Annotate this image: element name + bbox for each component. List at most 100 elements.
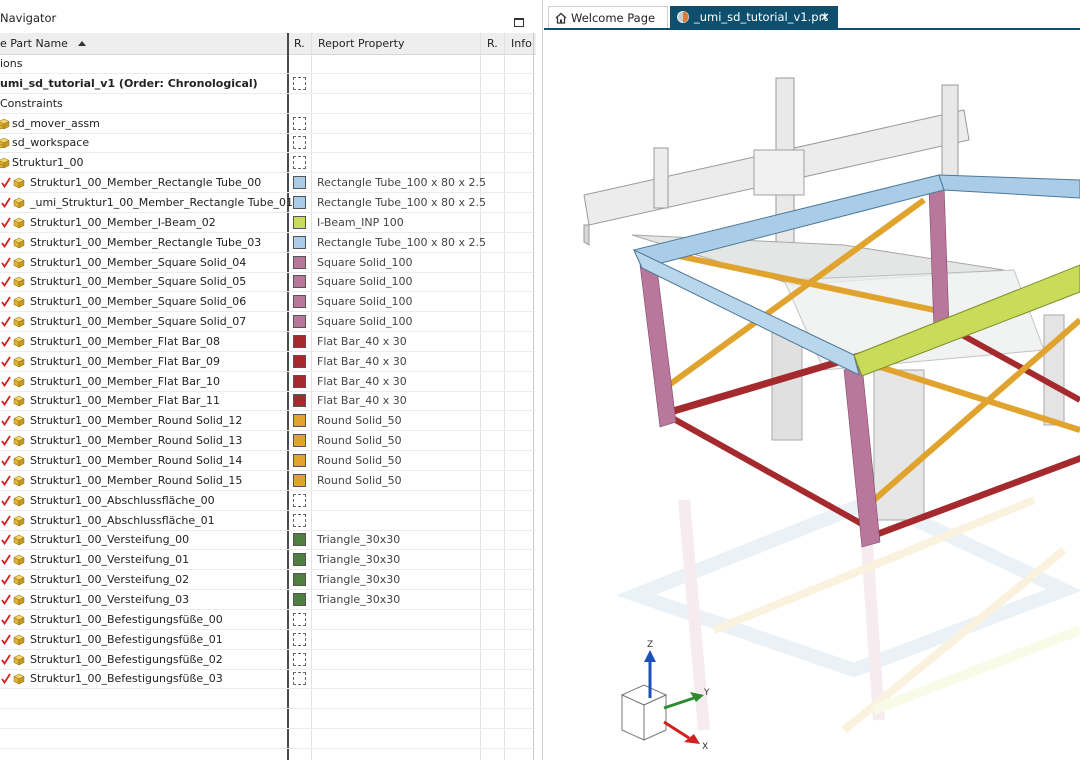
tree-row[interactable]: Struktur1_00_Versteifung_03 Triangle_30x3… [0, 590, 536, 610]
tree-row[interactable]: Struktur1_00_Befestigungsfüße_01 [0, 630, 536, 650]
tree-row[interactable]: Struktur1_00_Befestigungsfüße_00 [0, 610, 536, 630]
checkmark-icon[interactable] [1, 515, 11, 526]
tree-row[interactable]: Struktur1_00_Member_Square Solid_05 Squar… [0, 272, 536, 293]
column-header-report-property[interactable]: Report Property [318, 33, 478, 54]
tree-row[interactable]: Struktur1_00_Abschlussfläche_00 [0, 491, 536, 511]
checkmark-icon[interactable] [1, 376, 11, 387]
checkmark-icon[interactable] [1, 237, 11, 248]
tree-row[interactable]: Struktur1_00_Abschlussfläche_01 [0, 511, 536, 531]
tree-row[interactable]: Struktur1_00_Versteifung_00 Triangle_30x3… [0, 530, 536, 551]
tree-row[interactable]: Struktur1_00_Member_Round Solid_13 Round … [0, 431, 536, 452]
tree-row[interactable]: Struktur1_00_Befestigungsfüße_03 [0, 669, 536, 690]
tab-welcome-page[interactable]: Welcome Page [548, 6, 668, 28]
tree-row[interactable]: ions [0, 54, 536, 74]
tree-row-label: Struktur1_00_Member_Rectangle Tube_00 [30, 176, 262, 190]
tree-row-label: Struktur1_00_Member_Flat Bar_08 [30, 334, 220, 348]
tree-row[interactable]: Struktur1_00_Member_Square Solid_04 Squar… [0, 253, 536, 273]
tree-row[interactable]: sd_mover_assm [0, 114, 536, 134]
checkmark-icon[interactable] [1, 594, 11, 605]
tree-row[interactable]: Struktur1_00_Member_Flat Bar_11 Flat Bar_… [0, 391, 536, 412]
checkmark-icon[interactable] [1, 574, 11, 586]
tree-row[interactable]: umi_sd_tutorial_v1 (Order: Chronological… [0, 74, 536, 94]
color-swatch [293, 334, 306, 348]
checkmark-icon[interactable] [1, 475, 11, 486]
tree-row-label: Struktur1_00_Member_Square Solid_05 [30, 275, 247, 289]
checkmark-icon[interactable] [1, 177, 11, 189]
tree-row-label: Constraints [0, 96, 63, 110]
tree-row[interactable]: Struktur1_00_Member_Flat Bar_10 Flat Bar_… [0, 372, 536, 392]
checkmark-icon[interactable] [1, 217, 11, 228]
color-swatch [293, 176, 306, 190]
tree-row[interactable]: Struktur1_00_Member_Flat Bar_08 Flat Bar_… [0, 332, 536, 352]
checkmark-icon[interactable] [1, 395, 11, 407]
report-property-value: Square Solid_100 [317, 315, 413, 329]
color-swatch [293, 493, 306, 507]
tree-row-label: Struktur1_00_Member_I-Beam_02 [30, 215, 216, 229]
tree-row-label: Struktur1_00_Befestigungsfüße_02 [30, 652, 223, 666]
tree-row[interactable]: Struktur1_00 [0, 153, 536, 174]
checkmark-icon[interactable] [1, 356, 11, 367]
column-header-info[interactable]: Info [511, 33, 535, 54]
checkmark-icon[interactable] [1, 415, 11, 427]
checkmark-icon[interactable] [1, 276, 11, 288]
checkmark-icon[interactable] [1, 257, 11, 268]
part-icon [13, 257, 25, 268]
checkmark-icon[interactable] [1, 336, 11, 347]
empty-row [0, 689, 536, 710]
color-swatch [293, 513, 306, 527]
part-icon [13, 177, 25, 189]
checkmark-icon[interactable] [1, 435, 11, 447]
report-property-value: Square Solid_100 [317, 255, 413, 269]
3d-model-viewport[interactable]: Z Y X [544, 30, 1080, 760]
checkmark-icon[interactable] [1, 296, 11, 308]
checkmark-icon[interactable] [1, 554, 11, 566]
sort-ascending-icon[interactable] [78, 41, 86, 46]
tree-row[interactable]: Struktur1_00_Member_Round Solid_12 Round … [0, 411, 536, 432]
part-icon [13, 356, 25, 368]
tree-row-label: sd_workspace [12, 136, 90, 150]
checkmark-icon[interactable] [1, 316, 11, 328]
tree-row-label: Struktur1_00_Member_Square Solid_04 [30, 255, 247, 269]
checkmark-icon[interactable] [1, 614, 11, 625]
color-swatch [293, 215, 306, 229]
color-swatch [293, 315, 306, 329]
close-icon[interactable]: ✕ [820, 6, 830, 28]
tree-row-label: Struktur1_00_Member_Round Solid_15 [30, 473, 243, 487]
rectangle-tube-right [938, 174, 1080, 199]
tree-row[interactable]: Struktur1_00_Versteifung_01 Triangle_30x3… [0, 550, 536, 571]
tree-row[interactable]: Struktur1_00_Member_Round Solid_14 Round … [0, 451, 536, 471]
tree-row[interactable]: Constraints [0, 94, 536, 114]
tree-row[interactable]: Struktur1_00_Member_Square Solid_06 Squar… [0, 292, 536, 313]
maximize-icon[interactable] [514, 18, 524, 27]
part-icon [13, 475, 25, 487]
column-header-r1[interactable]: R. [294, 33, 308, 54]
tree-row-label: ions [0, 57, 23, 70]
tree-row-label: Struktur1_00_Member_Rectangle Tube_03 [30, 235, 262, 249]
tree-row[interactable]: Struktur1_00_Member_Round Solid_15 Round … [0, 471, 536, 491]
tree-row[interactable]: Struktur1_00_Befestigungsfüße_02 [0, 650, 536, 670]
column-header-part-name[interactable]: e Part Name [0, 33, 286, 54]
column-header-r2[interactable]: R. [487, 33, 501, 54]
tree-row-label: Struktur1_00_Member_Flat Bar_09 [30, 354, 220, 368]
tree-row[interactable]: Struktur1_00_Member_Square Solid_07 Squar… [0, 312, 536, 333]
checkmark-icon[interactable] [1, 634, 11, 645]
checkmark-icon[interactable] [1, 455, 11, 466]
tree-row-label: Struktur1_00_Befestigungsfüße_01 [30, 632, 223, 646]
color-swatch [293, 612, 306, 626]
checkmark-icon[interactable] [1, 673, 11, 685]
tree-row[interactable]: sd_workspace [0, 133, 536, 154]
tree-row[interactable]: Struktur1_00_Member_Rectangle Tube_00 Rec… [0, 173, 536, 194]
home-icon [555, 12, 567, 24]
triad-y-label: Y [703, 688, 710, 698]
report-property-value: Round Solid_50 [317, 473, 402, 487]
tree-row[interactable]: Struktur1_00_Member_Rectangle Tube_03 Rec… [0, 233, 536, 253]
checkmark-icon[interactable] [1, 654, 11, 665]
checkmark-icon[interactable] [1, 495, 11, 506]
tree-row[interactable]: Struktur1_00_Versteifung_02 Triangle_30x3… [0, 570, 536, 591]
tree-row[interactable]: Struktur1_00_Member_Flat Bar_09 Flat Bar_… [0, 352, 536, 372]
tree-row[interactable]: _umi_Struktur1_00_Member_Rectangle Tube_… [0, 193, 536, 213]
checkmark-icon[interactable] [1, 534, 11, 546]
tree-row[interactable]: Struktur1_00_Member_I-Beam_02 I-Beam_INP … [0, 213, 536, 233]
tab-umi-sd-tutorial[interactable]: _umi_sd_tutorial_v1.prt ✕ [670, 6, 838, 28]
checkmark-icon[interactable] [1, 197, 11, 208]
